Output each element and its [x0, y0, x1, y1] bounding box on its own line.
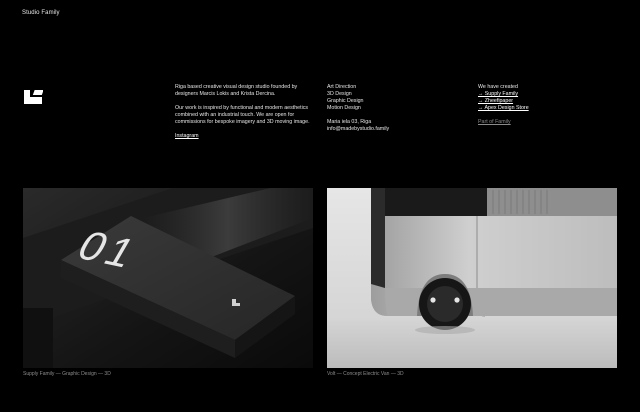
- projects-column: We have created → Supply Family → Zheefi…: [478, 84, 588, 126]
- project-link-apex-design-store[interactable]: → Apex Design Store: [478, 105, 588, 112]
- about-intro: Riga based creative visual design studio…: [175, 84, 298, 97]
- project-link-supply-family[interactable]: → Supply Family: [478, 91, 588, 98]
- about-body: Our work is inspired by functional and m…: [175, 105, 310, 125]
- caption-volt: Volt — Concept Electric Van — 3D: [327, 371, 404, 377]
- project-image-volt[interactable]: [327, 188, 617, 368]
- caption-supply-family: Supply Family — Graphic Design — 3D: [23, 371, 111, 377]
- address: Maria iela 03, Riga: [327, 119, 372, 125]
- part-of-family-link[interactable]: Part of Family: [478, 119, 588, 126]
- instagram-link[interactable]: Instagram: [175, 133, 199, 139]
- about-column: Riga based creative visual design studio…: [175, 84, 310, 140]
- studio-name[interactable]: Studio Family: [22, 10, 60, 16]
- project-image-supply-family[interactable]: 01: [23, 188, 313, 368]
- project-link-zheefipaper[interactable]: → Zheefipaper: [478, 98, 588, 105]
- service-item: Art Direction: [327, 84, 357, 90]
- email-link[interactable]: info@madebystudio.family: [327, 126, 437, 133]
- service-item: 3D Design: [327, 91, 352, 97]
- service-item: Motion Design: [327, 105, 361, 111]
- services-column: Art Direction 3D Design Graphic Design M…: [327, 84, 437, 133]
- studio-logo-icon[interactable]: [23, 89, 43, 105]
- projects-heading: We have created: [478, 84, 518, 90]
- page: Studio Family Riga based creative visual…: [0, 0, 640, 412]
- service-item: Graphic Design: [327, 98, 364, 104]
